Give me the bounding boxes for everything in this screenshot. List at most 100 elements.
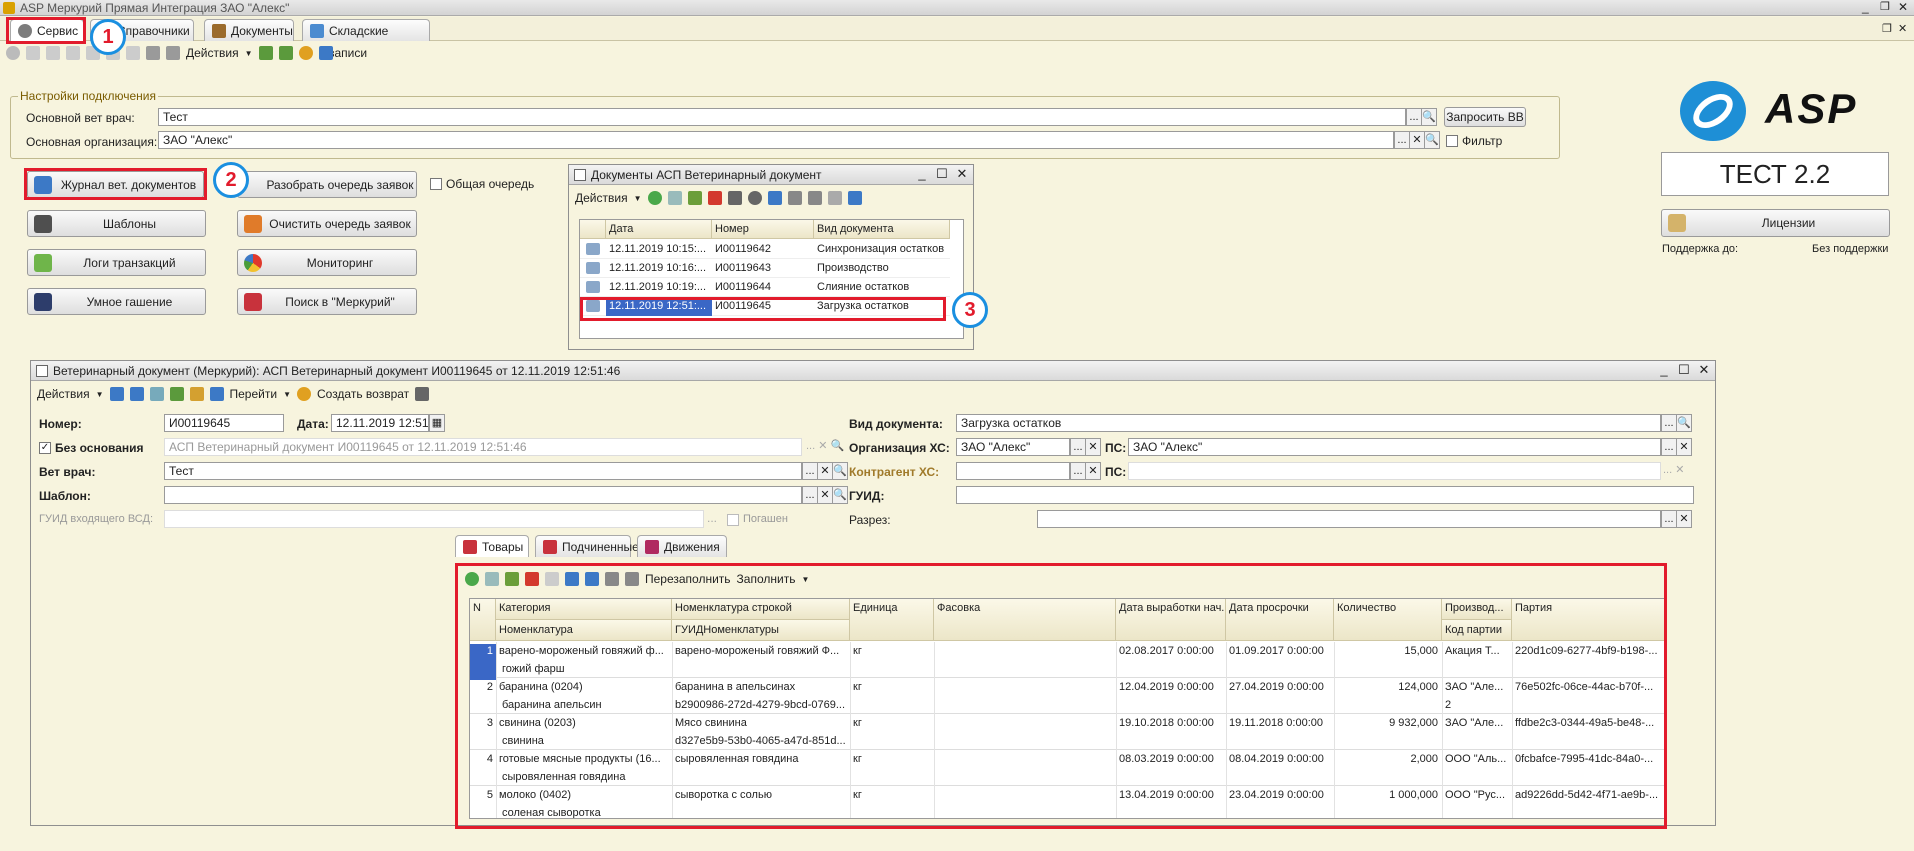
search-icon[interactable]: 🔍: [1421, 108, 1437, 126]
clear-queue-button[interactable]: Очистить очередь заявок: [237, 210, 417, 237]
add-icon[interactable]: [6, 46, 20, 60]
filter-settings-icon[interactable]: [807, 191, 822, 205]
copy-icon[interactable]: [667, 191, 682, 205]
print-icon[interactable]: [415, 387, 430, 401]
delete-icon[interactable]: [707, 191, 722, 205]
main-org-input[interactable]: ЗАО "Алекс": [158, 131, 1394, 149]
basis-buttons[interactable]: ... ✕ 🔍: [806, 439, 844, 452]
copy-icon[interactable]: [26, 46, 40, 60]
search-icon[interactable]: 🔍: [1424, 131, 1440, 149]
common-queue-checkbox[interactable]: [430, 178, 442, 190]
minimize-icon[interactable]: _: [1657, 363, 1671, 377]
minimize-icon[interactable]: _: [915, 167, 929, 181]
ps2-input[interactable]: [1128, 462, 1661, 480]
clear-icon[interactable]: ✕: [1085, 438, 1101, 456]
no-basis-checkbox[interactable]: ✓: [39, 442, 51, 454]
template-input[interactable]: [164, 486, 802, 504]
down-icon[interactable]: [126, 46, 140, 60]
search-icon[interactable]: 🔍: [832, 462, 848, 480]
import-icon[interactable]: [278, 46, 293, 60]
calendar-icon[interactable]: ▦: [429, 414, 445, 432]
search-icon[interactable]: 🔍: [1676, 414, 1692, 432]
close-icon[interactable]: ✕: [1697, 363, 1711, 377]
tab-subordinate[interactable]: Подчиненные: [535, 535, 639, 557]
ps2-buttons[interactable]: ... ✕: [1663, 463, 1684, 476]
org-input[interactable]: ЗАО "Алекс": [956, 438, 1070, 456]
select-button[interactable]: ...: [802, 462, 818, 480]
clear-icon[interactable]: ✕: [1085, 462, 1101, 480]
document-row[interactable]: 12.11.2019 10:15:... И00119642 Синхронизац…: [580, 240, 950, 259]
clear-icon[interactable]: ✕: [817, 486, 833, 504]
tools-icon[interactable]: [318, 46, 333, 60]
restore-window-icon[interactable]: ❐: [1882, 22, 1892, 35]
parse-queue-button[interactable]: Разобрать очередь заявок: [237, 171, 417, 198]
help-icon[interactable]: [296, 387, 311, 401]
tab-movements[interactable]: Движения: [637, 535, 727, 557]
maximize-icon[interactable]: ☐: [1677, 363, 1691, 377]
select-button[interactable]: ...: [1394, 131, 1410, 149]
col-date[interactable]: Дата: [606, 220, 712, 239]
print-icon[interactable]: [847, 191, 862, 205]
select-button[interactable]: ...: [1070, 462, 1086, 480]
filter-clear-icon[interactable]: [827, 191, 842, 205]
actions-menu[interactable]: Действия: [186, 46, 239, 60]
edit-icon[interactable]: [687, 191, 702, 205]
close-window-icon[interactable]: ✕: [1898, 22, 1907, 35]
post-icon[interactable]: [109, 387, 124, 401]
restore-icon[interactable]: ❐: [1880, 0, 1890, 13]
doc-kind-input[interactable]: Загрузка остатков: [956, 414, 1661, 432]
close-icon[interactable]: ✕: [1898, 0, 1908, 14]
date-input[interactable]: 12.11.2019 12:51:4: [331, 414, 429, 432]
select-button[interactable]: ...: [1070, 438, 1086, 456]
mercury-search-button[interactable]: Поиск в "Меркурий": [237, 288, 417, 315]
ps-input[interactable]: ЗАО "Алекс": [1128, 438, 1661, 456]
copy-icon[interactable]: [149, 387, 164, 401]
clear-icon[interactable]: ✕: [817, 462, 833, 480]
smart-clearing-button[interactable]: Умное гашение: [27, 288, 206, 315]
request-vet-button[interactable]: Запросить ВВ: [1444, 107, 1526, 127]
link-icon[interactable]: [727, 191, 742, 205]
clear-icon[interactable]: ✕: [1676, 510, 1692, 528]
document-row[interactable]: 12.11.2019 10:19:... И00119644 Слияние ост…: [580, 278, 950, 297]
edit-icon[interactable]: [46, 46, 60, 60]
select-button[interactable]: ...: [802, 486, 818, 504]
sort-asc-icon[interactable]: [146, 46, 160, 60]
goto-menu[interactable]: Перейти: [230, 387, 278, 401]
col-number[interactable]: Номер: [712, 220, 814, 239]
maximize-icon[interactable]: ☐: [935, 167, 949, 181]
report-icon[interactable]: [767, 191, 782, 205]
licenses-button[interactable]: Лицензии: [1661, 209, 1890, 237]
close-icon[interactable]: ✕: [955, 167, 969, 181]
create-return-button[interactable]: Создать возврат: [317, 387, 409, 401]
delete-icon[interactable]: [66, 46, 80, 60]
guid-in-input[interactable]: [164, 510, 704, 528]
search-icon[interactable]: 🔍: [832, 486, 848, 504]
col-kind[interactable]: Вид документа: [814, 220, 950, 239]
export-icon[interactable]: [169, 387, 184, 401]
clear-icon[interactable]: ✕: [1409, 131, 1425, 149]
clear-icon[interactable]: ✕: [1676, 438, 1692, 456]
help-icon[interactable]: [298, 46, 313, 60]
tab-warehouse[interactable]: Складские записи: [302, 19, 430, 60]
guid-input[interactable]: [956, 486, 1694, 504]
section-input[interactable]: [1037, 510, 1661, 528]
filter-checkbox[interactable]: [1446, 135, 1458, 147]
monitoring-button[interactable]: Мониторинг: [237, 249, 417, 276]
transaction-logs-button[interactable]: Логи транзакций: [27, 249, 206, 276]
filter-icon[interactable]: [787, 191, 802, 205]
search-icon[interactable]: [747, 191, 762, 205]
select-button[interactable]: ...: [1406, 108, 1422, 126]
counterparty-input[interactable]: [956, 462, 1070, 480]
select-button[interactable]: ...: [1661, 414, 1677, 432]
actions-menu[interactable]: Действия: [37, 387, 90, 401]
guid-in-select[interactable]: ...: [707, 511, 717, 525]
tab-documents[interactable]: Документы: [204, 19, 294, 41]
vet-input[interactable]: Тест: [164, 462, 802, 480]
sort-desc-icon[interactable]: [166, 46, 180, 60]
based-on-icon[interactable]: [209, 387, 224, 401]
actions-menu[interactable]: Действия: [575, 191, 628, 205]
unpost-icon[interactable]: [129, 387, 144, 401]
templates-button[interactable]: Шаблоны: [27, 210, 206, 237]
select-button[interactable]: ...: [1661, 438, 1677, 456]
minimize-icon[interactable]: _: [1862, 0, 1869, 14]
